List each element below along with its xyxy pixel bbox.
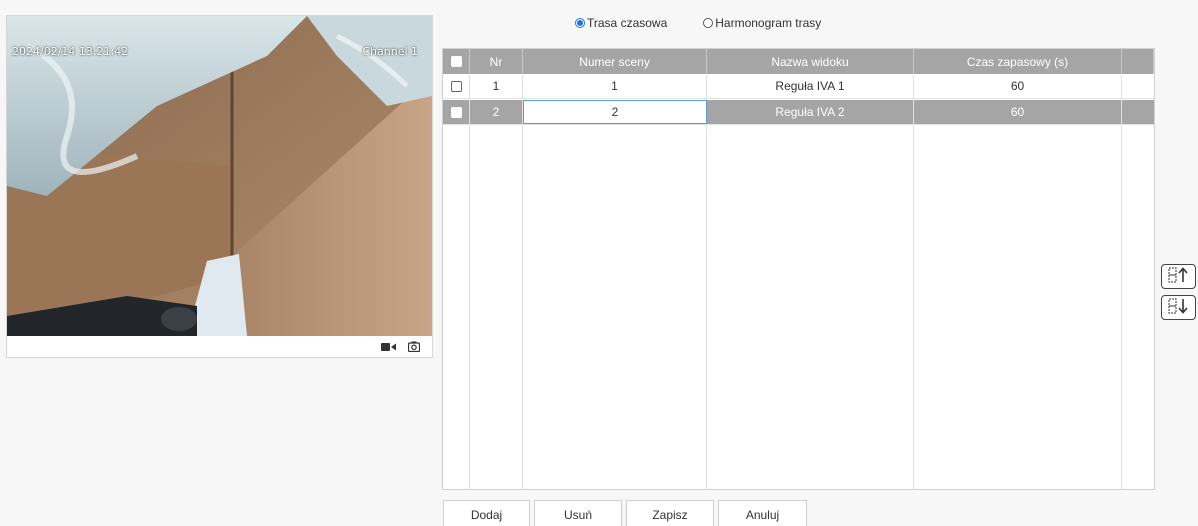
cell-view-name[interactable]: Reguła IVA 1 bbox=[707, 74, 914, 98]
radio-unselected-indicator[interactable] bbox=[703, 18, 714, 28]
cell-dwell-time[interactable]: 60 bbox=[914, 100, 1122, 124]
row-checkbox[interactable] bbox=[450, 80, 462, 92]
move-down-icon bbox=[1168, 298, 1190, 317]
radio-selected-indicator[interactable] bbox=[575, 18, 585, 28]
video-toolbar bbox=[7, 336, 432, 357]
move-down-button[interactable] bbox=[1161, 295, 1196, 320]
move-up-icon bbox=[1168, 267, 1190, 286]
radio-time-tour-label: Trasa czasowa bbox=[587, 16, 668, 30]
tour-settings-page: 2024/02/14 13:21:42 Channel 1 Trasa czas… bbox=[0, 0, 1198, 526]
osd-timestamp: 2024/02/14 13:21:42 bbox=[12, 45, 129, 58]
row-checkbox[interactable] bbox=[450, 106, 462, 118]
header-nr: Nr bbox=[470, 49, 523, 74]
header-scene-number: Numer sceny bbox=[523, 49, 707, 74]
cell-nr: 1 bbox=[470, 74, 523, 98]
video-preview-panel: 2024/02/14 13:21:42 Channel 1 bbox=[6, 15, 433, 358]
delete-button[interactable]: Usuń bbox=[534, 500, 622, 526]
action-buttons: Dodaj Usuń Zapisz Anuluj bbox=[443, 500, 807, 526]
save-button[interactable]: Zapisz bbox=[626, 500, 714, 526]
add-button[interactable]: Dodaj bbox=[443, 500, 530, 526]
scene-table: Nr Numer sceny Nazwa widoku Czas zapasow… bbox=[442, 48, 1155, 490]
cell-view-name[interactable]: Reguła IVA 2 bbox=[707, 100, 914, 124]
header-spacer bbox=[1122, 49, 1154, 74]
table-header: Nr Numer sceny Nazwa widoku Czas zapasow… bbox=[443, 49, 1154, 74]
live-video[interactable]: 2024/02/14 13:21:42 Channel 1 bbox=[7, 16, 432, 336]
radio-tour-schedule[interactable]: Harmonogram trasy bbox=[703, 16, 821, 30]
record-icon[interactable] bbox=[380, 341, 398, 352]
cell-spacer bbox=[1122, 100, 1154, 124]
header-dwell-time: Czas zapasowy (s) bbox=[914, 49, 1122, 74]
table-row[interactable]: 1 1 Reguła IVA 1 60 bbox=[443, 74, 1154, 99]
radio-time-tour[interactable]: Trasa czasowa bbox=[575, 16, 667, 30]
header-view-name: Nazwa widoku bbox=[707, 49, 914, 74]
move-up-button[interactable] bbox=[1161, 264, 1196, 289]
header-select-all-cell bbox=[443, 49, 470, 74]
cell-dwell-time[interactable]: 60 bbox=[914, 74, 1122, 98]
table-row-selected[interactable]: 2 2 Reguła IVA 2 60 bbox=[443, 100, 1154, 125]
cell-scene-number-editor[interactable]: 2 bbox=[523, 100, 707, 124]
row-checkbox-cell bbox=[443, 74, 470, 98]
cell-scene-number[interactable]: 1 bbox=[523, 74, 707, 98]
osd-channel-name: Channel 1 bbox=[362, 45, 418, 58]
cell-spacer bbox=[1122, 74, 1154, 98]
video-frame-image bbox=[7, 16, 432, 336]
select-all-checkbox[interactable] bbox=[450, 56, 462, 67]
radio-tour-schedule-label: Harmonogram trasy bbox=[715, 16, 822, 30]
snapshot-icon[interactable] bbox=[407, 341, 421, 352]
cancel-button[interactable]: Anuluj bbox=[718, 500, 807, 526]
cell-nr: 2 bbox=[470, 100, 523, 124]
tour-mode-selector: Trasa czasowa Harmonogram trasy bbox=[575, 16, 821, 30]
row-checkbox-cell bbox=[443, 100, 470, 124]
